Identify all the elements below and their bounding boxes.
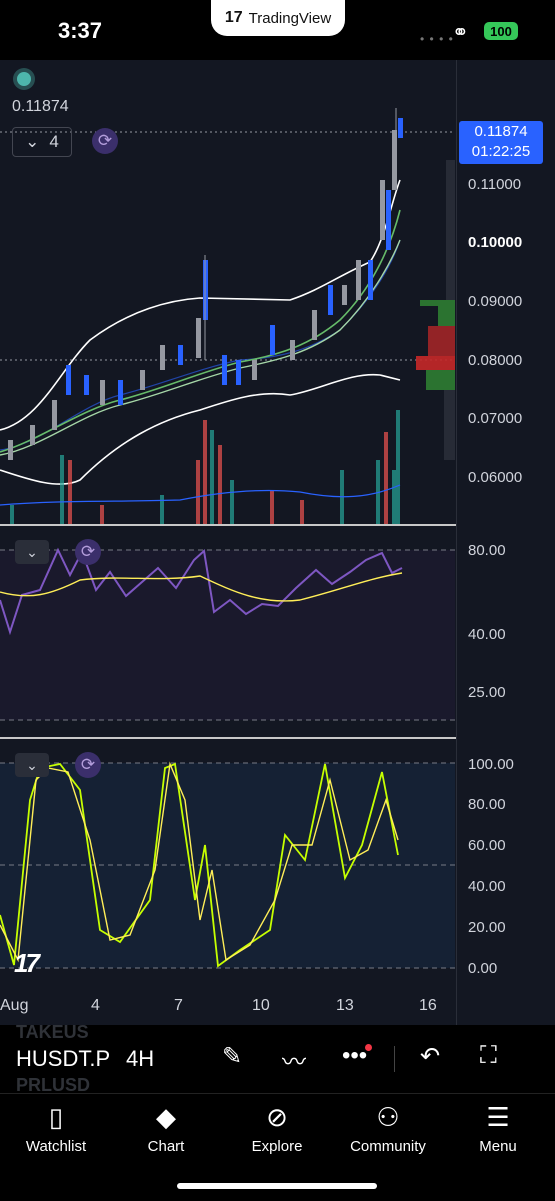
- nav-community[interactable]: ⚇ Community: [338, 1100, 438, 1155]
- status-time: 3:37: [58, 18, 103, 43]
- indicator-count: 4: [49, 132, 59, 151]
- stoch-axis-label: 0.00: [468, 960, 498, 977]
- rsi-collapse-button[interactable]: ⌄: [15, 540, 49, 564]
- chart-svg[interactable]: [0, 60, 455, 1025]
- hamburger-icon: ☰: [486, 1102, 510, 1132]
- status-bar: 3:37 17 TradingView • • • • ⚭ 100: [0, 0, 555, 60]
- chart-icon: ◆: [156, 1102, 176, 1132]
- indicators-icon[interactable]: 〰: [282, 1042, 306, 1077]
- time-label: 7: [174, 997, 183, 1014]
- rsi-axis-label: 80.00: [468, 542, 506, 559]
- chevron-down-icon: ⌄: [25, 132, 40, 151]
- price-label-highlighted: 0.10000: [468, 234, 523, 251]
- more-icon[interactable]: •••: [342, 1042, 367, 1070]
- book-icon: ▯: [48, 1102, 64, 1132]
- interval-button[interactable]: 4H: [126, 1046, 154, 1072]
- sync-icon[interactable]: ⟳: [75, 752, 101, 778]
- fullscreen-icon[interactable]: ⛶: [480, 1042, 497, 1070]
- rsi-axis-label: 40.00: [468, 626, 506, 643]
- undo-icon[interactable]: ↶: [420, 1042, 440, 1071]
- nav-label: Menu: [479, 1138, 517, 1155]
- nav-watchlist[interactable]: ▯ Watchlist: [6, 1100, 106, 1155]
- signal-icon: • • • •: [420, 32, 454, 46]
- stoch-axis-label: 60.00: [468, 837, 506, 854]
- nav-menu[interactable]: ☰ Menu: [448, 1100, 548, 1155]
- current-price-badge: 0.11874 01:22:25: [459, 121, 543, 164]
- indicators-collapse-button[interactable]: ⌄ 4: [12, 127, 72, 157]
- time-label: 13: [336, 997, 354, 1014]
- stoch-axis-label: 80.00: [468, 796, 506, 813]
- market-status-icon[interactable]: [17, 72, 31, 86]
- price-label: 0.09000: [468, 293, 523, 310]
- sync-icon[interactable]: ⟳: [75, 539, 101, 565]
- compass-icon: ⊘: [266, 1102, 288, 1132]
- toolbar-separator: [394, 1046, 395, 1072]
- symbol-button[interactable]: HUSDT.P: [16, 1046, 110, 1072]
- notification-dot: [365, 1044, 372, 1051]
- chevron-down-icon: ⌄: [26, 543, 38, 560]
- price-label: 0.06000: [468, 469, 523, 486]
- stoch-axis-label: 100.00: [468, 756, 514, 773]
- stoch-axis-label: 20.00: [468, 919, 506, 936]
- legend-last-price: 0.11874: [12, 98, 69, 115]
- tradingview-logo-icon: 17: [224, 9, 243, 26]
- ghost-symbol-top: TAKEUS: [16, 1022, 89, 1042]
- rsi-axis-label: 25.00: [468, 684, 506, 701]
- time-label: 16: [419, 997, 437, 1014]
- people-icon: ⚇: [376, 1102, 400, 1132]
- home-indicator[interactable]: [177, 1183, 377, 1189]
- nav-label: Chart: [147, 1138, 185, 1155]
- current-price-value: 0.11874: [474, 123, 528, 140]
- nav-label: Explore: [251, 1138, 303, 1155]
- price-label: 0.07000: [468, 410, 523, 427]
- chevron-down-icon: ⌄: [26, 756, 38, 773]
- stoch-axis-label: 40.00: [468, 878, 506, 895]
- nav-chart[interactable]: ◆ Chart: [116, 1100, 216, 1155]
- time-axis[interactable]: Aug 4 7 10 13 16: [0, 988, 455, 1024]
- tradingview-pill-label: TradingView: [248, 9, 332, 27]
- nav-explore[interactable]: ⊘ Explore: [227, 1100, 327, 1155]
- time-label: Aug: [0, 997, 29, 1014]
- nav-label: Community: [350, 1138, 426, 1155]
- bar-countdown: 01:22:25: [471, 143, 531, 160]
- battery-level: 100: [490, 23, 512, 39]
- battery-icon: 100: [484, 22, 518, 40]
- stoch-collapse-button[interactable]: ⌄: [15, 753, 49, 777]
- tradingview-pill[interactable]: 17 TradingView: [211, 0, 345, 36]
- tradingview-watermark-icon: 17: [14, 948, 40, 978]
- time-label: 4: [91, 997, 100, 1014]
- price-label: 0.08000: [468, 352, 523, 369]
- link-icon: ⚭: [452, 22, 469, 44]
- sync-icon[interactable]: ⟳: [92, 128, 118, 154]
- time-label: 10: [252, 997, 270, 1014]
- pen-icon[interactable]: ✎: [222, 1042, 242, 1071]
- nav-label: Watchlist: [25, 1138, 87, 1155]
- price-label: 0.11000: [468, 176, 522, 193]
